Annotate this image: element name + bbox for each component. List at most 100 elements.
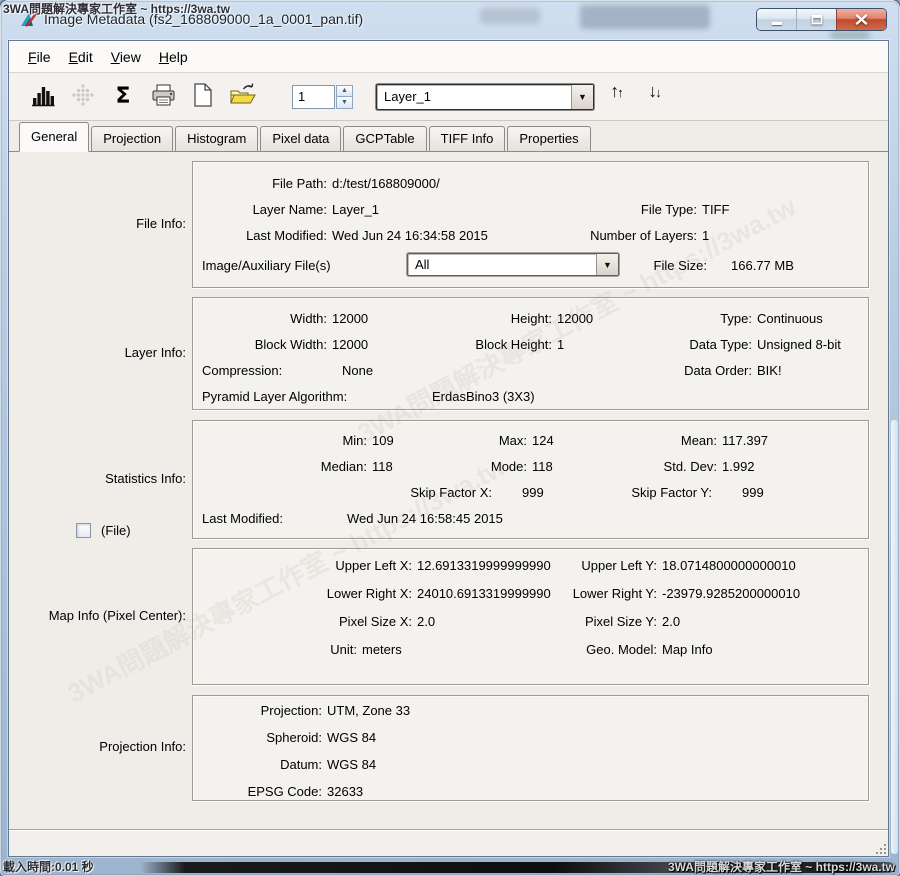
field-row: Unit:metersGeo. Model:Map Info	[202, 635, 868, 663]
field-label: Width:	[202, 311, 327, 326]
print-button[interactable]	[147, 81, 179, 113]
field-row: EPSG Code:32633	[202, 778, 868, 805]
group-projection-info: Projection:UTM, Zone 33Spheroid:WGS 84Da…	[192, 695, 869, 801]
field-value: TIFF	[697, 202, 817, 217]
field-value: UTM, Zone 33	[322, 703, 572, 718]
layer-number-input[interactable]: 1	[292, 85, 335, 109]
field-value: 1.992	[717, 459, 867, 474]
statistics-button[interactable]: Σ	[107, 81, 139, 113]
open-button[interactable]	[227, 81, 259, 113]
auxiliary-files-row: Image/Auxiliary File(s)All▼File Size:166…	[202, 253, 868, 279]
menu-item-edit[interactable]: Edit	[60, 42, 102, 72]
field-row: Last Modified:Wed Jun 24 16:34:58 2015Nu…	[202, 222, 868, 248]
field-label: Block Width:	[202, 337, 327, 352]
field-label: Pixel Size Y:	[567, 614, 657, 629]
menu-item-file[interactable]: File	[19, 42, 60, 72]
auxiliary-files-dropdown[interactable]: All▼	[407, 253, 619, 276]
field-label: Block Height:	[442, 337, 552, 352]
window-border-highlight	[891, 420, 898, 854]
field-label: Projection:	[202, 703, 322, 718]
menu-item-help[interactable]: Help	[150, 42, 197, 72]
field-value: Wed Jun 24 16:34:58 2015	[327, 228, 532, 243]
histogram-icon	[30, 82, 56, 111]
chevron-down-icon: ▼	[596, 254, 618, 275]
tab-general[interactable]: General	[19, 122, 89, 152]
close-icon	[855, 14, 868, 25]
group-file-info: File Path:d:/test/168809000/Layer Name:L…	[192, 161, 869, 288]
maximize-button[interactable]	[796, 9, 836, 30]
close-button[interactable]	[836, 9, 886, 30]
field-label: File Type:	[532, 202, 697, 217]
field-value: Map Info	[657, 642, 867, 657]
field-value: Wed Jun 24 16:58:45 2015	[342, 511, 642, 526]
auxiliary-files-label: Image/Auxiliary File(s)	[202, 258, 331, 273]
field-value: 12.6913319999999990	[412, 558, 567, 573]
folder-open-icon	[229, 82, 257, 111]
layer-down-button[interactable]: ↓↓	[640, 82, 670, 112]
section-label-layer-info: Layer Info:	[9, 345, 186, 360]
field-label: Min:	[202, 433, 367, 448]
statusbar	[9, 829, 888, 856]
field-value: BIK!	[752, 363, 900, 378]
spin-up-button[interactable]: ▲	[336, 85, 353, 98]
field-value: 1	[697, 228, 757, 243]
file-checkbox[interactable]	[76, 523, 91, 538]
field-value: 118	[367, 459, 442, 474]
menu-item-view[interactable]: View	[102, 42, 150, 72]
file-checkbox-row: (File)	[76, 523, 131, 538]
section-label-map-info: Map Info (Pixel Center):	[9, 608, 186, 623]
tab-histogram[interactable]: Histogram	[175, 126, 258, 151]
field-label: Lower Right Y:	[567, 586, 657, 601]
tab-properties[interactable]: Properties	[507, 126, 590, 151]
field-label: Data Type:	[652, 337, 752, 352]
field-row: Pyramid Layer Algorithm:ErdasBino3 (3X3)	[202, 383, 868, 409]
general-tab-panel: (File) File Info:File Path:d:/test/16880…	[9, 152, 888, 830]
window-title: Image Metadata (fs2_168809000_1a_0001_pa…	[44, 11, 363, 27]
field-value: -23979.9285200000010	[657, 586, 867, 601]
field-value: 999	[712, 485, 832, 500]
field-value: Layer_1	[327, 202, 532, 217]
field-label: Pixel Size X:	[202, 614, 412, 629]
field-value: ErdasBino3 (3X3)	[427, 389, 727, 404]
field-label: Type:	[652, 311, 752, 326]
app-icon	[20, 10, 38, 28]
field-label: Compression:	[202, 363, 327, 378]
field-value: 12000	[327, 337, 442, 352]
field-value: 124	[527, 433, 612, 448]
field-row: Min:109Max:124Mean:117.397	[202, 427, 868, 453]
tab-projection[interactable]: Projection	[91, 126, 173, 151]
titlebar[interactable]: Image Metadata (fs2_168809000_1a_0001_pa…	[0, 0, 900, 40]
field-row: Width:12000Height:12000Type:Continuous	[202, 305, 868, 331]
group-statistics-info: Min:109Max:124Mean:117.397 Median:118Mode…	[192, 420, 869, 539]
field-label: EPSG Code:	[202, 784, 322, 799]
field-row: Datum:WGS 84	[202, 751, 868, 778]
tab-pixel-data[interactable]: Pixel data	[260, 126, 341, 151]
field-label: Data Order:	[652, 363, 752, 378]
section-label-statistics-info: Statistics Info:	[9, 471, 186, 486]
field-row: Compression:NoneData Order:BIK!	[202, 357, 868, 383]
field-label: Mean:	[612, 433, 717, 448]
new-button[interactable]	[187, 81, 219, 113]
field-row: Block Width:12000Block Height:1Data Type…	[202, 331, 868, 357]
field-label: Unit:	[202, 642, 357, 657]
minimize-icon	[772, 22, 782, 25]
tab-gcptable[interactable]: GCPTable	[343, 126, 426, 151]
field-label: Datum:	[202, 757, 322, 772]
field-label: Mode:	[442, 459, 527, 474]
field-label: Median:	[202, 459, 367, 474]
tab-tiff-info[interactable]: TIFF Info	[429, 126, 506, 151]
spin-down-button[interactable]: ▼	[336, 97, 353, 109]
histogram-button[interactable]	[27, 81, 59, 113]
resize-grip[interactable]	[873, 841, 886, 854]
field-value: None	[327, 363, 442, 378]
pyramid-layers-icon	[70, 82, 96, 111]
layer-dropdown[interactable]: Layer_1 ▼	[376, 84, 594, 110]
file-size-label: File Size:	[637, 258, 707, 273]
layer-up-button[interactable]: ↑↑	[602, 82, 632, 112]
field-value: 32633	[322, 784, 572, 799]
field-label: Skip Factor Y:	[607, 485, 712, 500]
double-down-arrow-icon: ↓↓	[648, 82, 662, 100]
field-row: Layer Name:Layer_1File Type:TIFF	[202, 196, 868, 222]
minimize-button[interactable]	[757, 9, 796, 30]
dialog-client-area: FileEditViewHelp Σ 1 ▲ ▼ Layer_1 ▼ ↑↑↓↓ …	[8, 40, 889, 857]
